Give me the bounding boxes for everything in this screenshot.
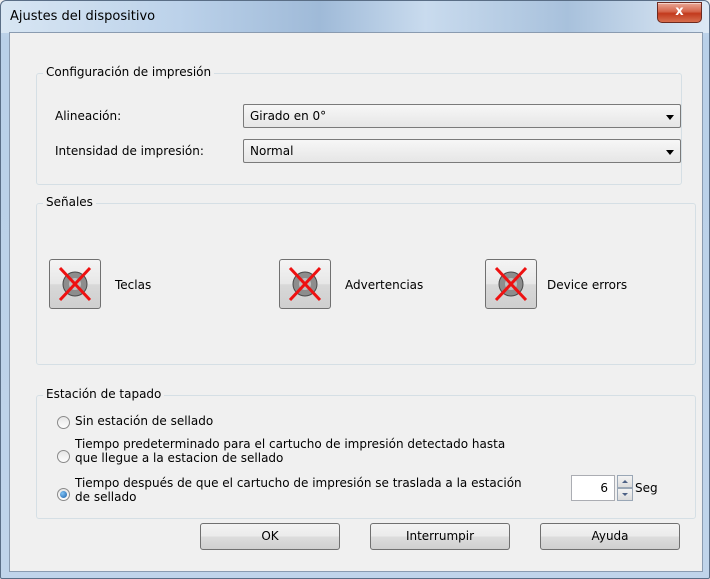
ok-button[interactable]: OK [200, 523, 340, 550]
title-bar[interactable]: Ajustes del dispositivo x [1, 1, 709, 33]
chevron-down-icon [666, 150, 674, 155]
signals-group: Señales Teclas Advertencias Device error… [36, 195, 696, 365]
no-capping-label: Sin estación de sellado [75, 414, 214, 428]
custom-time-label-line2: de sellado [75, 490, 137, 504]
warnings-label: Advertencias [345, 278, 424, 292]
device-errors-label: Device errors [547, 278, 628, 292]
cancel-button[interactable]: Interrumpir [370, 523, 510, 550]
default-time-radio[interactable] [57, 450, 70, 463]
default-time-label-line2: que llegue a la estacion de sellado [75, 451, 284, 465]
seconds-unit: Seg [635, 481, 658, 495]
intensity-value: Normal [250, 144, 294, 158]
chevron-down-icon [666, 115, 674, 120]
keys-label: Teclas [115, 278, 152, 292]
close-icon: x [675, 4, 684, 19]
default-time-label-line1: Tiempo predeterminado para el cartucho d… [75, 437, 506, 451]
print-config-group: Configuración de impresión Alineación: G… [36, 65, 682, 185]
print-config-label: Configuración de impresión [43, 65, 215, 79]
alignment-label: Alineación: [55, 109, 122, 123]
no-capping-radio[interactable] [57, 416, 70, 429]
alignment-value: Girado en 0° [250, 109, 327, 123]
close-button[interactable]: x [657, 2, 702, 23]
seconds-input[interactable]: 6 [571, 475, 615, 501]
keys-sound-button[interactable] [49, 259, 101, 309]
capping-group: Estación de tapado Sin estación de sella… [36, 387, 696, 519]
help-button[interactable]: Ayuda [540, 523, 680, 550]
speaker-muted-icon [58, 266, 92, 302]
custom-time-radio[interactable] [57, 488, 70, 501]
intensity-select[interactable]: Normal [243, 139, 681, 163]
spin-up-icon[interactable] [617, 475, 633, 488]
speaker-muted-icon [494, 266, 528, 302]
intensity-label: Intensidad de impresión: [55, 144, 204, 158]
window-title: Ajustes del dispositivo [10, 9, 156, 24]
capping-label: Estación de tapado [43, 387, 165, 401]
seconds-stepper[interactable] [617, 475, 633, 501]
dialog-content: Configuración de impresión Alineación: G… [9, 32, 703, 572]
custom-time-label-line1: Tiempo después de que el cartucho de imp… [75, 476, 522, 490]
alignment-select[interactable]: Girado en 0° [243, 104, 681, 128]
warnings-sound-button[interactable] [279, 259, 331, 309]
dialog-window: Ajustes del dispositivo x Configuración … [0, 0, 710, 579]
device-errors-sound-button[interactable] [485, 259, 537, 309]
spin-down-icon[interactable] [617, 488, 633, 501]
signals-label: Señales [43, 195, 96, 209]
speaker-muted-icon [288, 266, 322, 302]
